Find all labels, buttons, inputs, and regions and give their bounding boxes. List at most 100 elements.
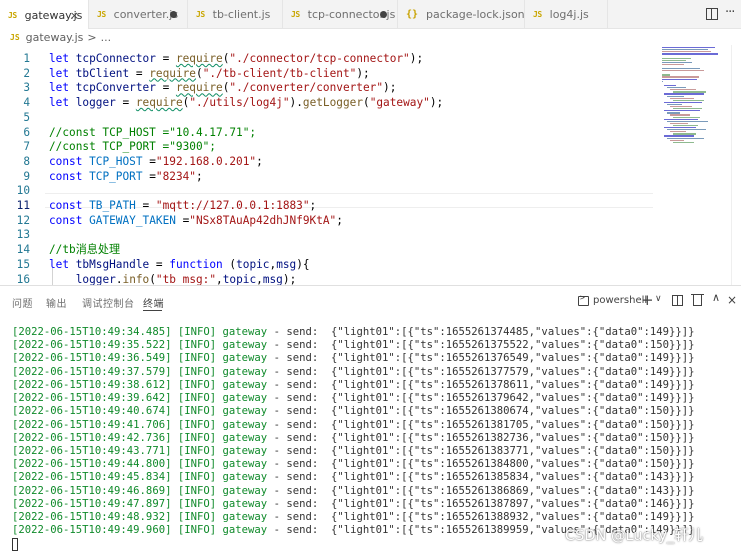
js-file-icon: JS [533,10,542,19]
minimap-line [670,89,696,91]
log-ts: [2022-06-15T10:49:47.897] [12,497,172,510]
log-level: [INFO] [177,497,217,510]
unsaved-dot-icon[interactable] [380,11,387,18]
code-line[interactable]: 2 let tbClient = require("./tb-client/tb-… [0,66,660,81]
line-number[interactable]: 2 [0,66,30,81]
line-number[interactable]: 16 [0,272,30,286]
line-number[interactable]: 10 [0,183,30,198]
line-number[interactable]: 13 [0,227,30,242]
overview-ruler[interactable] [731,45,741,285]
split-terminal-icon[interactable] [672,295,683,306]
tab-debug-console[interactable]: 调试控制台 [82,295,135,310]
code-line[interactable]: 6 //const TCP_HOST ="10.4.17.71"; [0,125,660,140]
code-line[interactable]: 3 let tcpConverter = require("./converter… [0,80,660,95]
log-ts: [2022-06-15T10:49:48.932] [12,511,172,524]
code-line[interactable]: 4 let logger = require("./utils/log4j").g… [0,95,660,110]
breadcrumb: JS gateway.js > ... [0,29,741,45]
log-msg: - send: {"light01":[{"ts":1655261377579,… [273,365,695,378]
code-line[interactable]: 13 [0,227,660,242]
line-number[interactable]: 3 [0,80,30,95]
log-level: [INFO] [177,365,217,378]
code-line[interactable]: 14 //tb消息处理 [0,242,660,257]
tab-problems[interactable]: 问题 [12,295,33,310]
breadcrumb-separator: > [87,30,97,44]
line-number[interactable]: 8 [0,154,30,169]
log-cat: gateway [222,339,268,352]
trash-icon[interactable] [691,294,704,306]
line-number[interactable]: 14 [0,242,30,257]
minimap-line [670,114,690,116]
code-line[interactable]: 16 logger.info("tb msg:",topic,msg); [0,272,660,286]
tab-log4j-js[interactable]: JS log4j.js [525,0,607,29]
code-line[interactable]: 8 const TCP_HOST ="192.168.0.201"; [0,154,660,169]
breadcrumb-symbol[interactable]: ... [101,31,112,44]
tab-label: tb-client.js [212,8,271,21]
minimap-line [673,124,698,127]
code-line[interactable]: 1 let tcpConnector = require("./connector… [0,51,660,66]
log-level: [INFO] [177,392,217,405]
log-cat: gateway [222,458,268,471]
minimap-line [667,87,686,89]
log-cat: gateway [222,378,268,391]
minimap[interactable] [660,45,730,145]
log-ts: [2022-06-15T10:49:39.642] [12,392,172,405]
minimap-line [662,68,700,70]
minimap-line [662,76,700,78]
minimap-line [664,93,704,95]
log-msg: - send: {"light01":[{"ts":1655261388932,… [273,511,695,524]
line-number[interactable]: 6 [0,125,30,140]
line-number[interactable]: 12 [0,213,30,228]
line-number[interactable]: 7 [0,139,30,154]
unsaved-dot-icon[interactable] [170,11,177,18]
tab-tb-client-js[interactable]: JS tb-client.js [188,0,282,29]
tab-gateway-js[interactable]: JS gateway.js × [0,0,88,30]
code-line[interactable]: 12 const GATEWAY_TAKEN ="NSx8TAuAp42dhJNf… [0,213,660,228]
code-line[interactable]: 5 [0,110,660,125]
code-text: const GATEWAY_TAKEN ="NSx8TAuAp42dhJNf9K… [49,213,343,227]
tab-terminal[interactable]: 终端 [143,295,164,310]
code-text: const TCP_PORT ="8234"; [49,169,203,183]
breadcrumb-file[interactable]: gateway.js [26,31,84,44]
terminal-line: [2022-06-15T10:49:48.932] [INFO] gateway… [12,511,695,524]
log-level: [INFO] [177,484,217,497]
log-msg: - send: {"light01":[{"ts":1655261380674,… [273,405,695,418]
minimap-line [667,129,706,131]
code-line[interactable]: 11 const TB_PATH = "mqtt://127.0.0.1:1883… [0,198,660,213]
code-editor[interactable]: 1 let tcpConnector = require("./connector… [0,45,741,285]
code-line[interactable]: 10 [0,183,660,198]
minimap-line [662,49,708,51]
terminal-line: [2022-06-15T10:49:37.579] [INFO] gateway… [12,366,695,379]
line-number[interactable]: 1 [0,51,30,66]
line-number[interactable]: 5 [0,110,30,125]
code-text: //tb消息处理 [49,243,121,257]
split-editor-icon[interactable] [706,8,718,20]
tab-package-lock-json[interactable]: {} package-lock.json [398,0,525,29]
terminal-output[interactable]: [2022-06-15T10:49:34.485] [INFO] gateway… [0,326,741,552]
terminal-line: [2022-06-15T10:49:38.612] [INFO] gateway… [12,379,695,392]
code-text: logger.info("tb msg:",topic,msg); [75,272,297,286]
log-msg: - send: {"light01":[{"ts":1655261383771,… [273,444,695,457]
log-ts: [2022-06-15T10:49:42.736] [12,431,172,444]
close-icon[interactable]: × [70,9,79,22]
minimap-line [673,91,706,93]
tab-converter-js[interactable]: JS converter.js [89,0,187,29]
code-line[interactable]: 15 let tbMsgHandle = function (topic,msg)… [0,257,660,272]
line-number[interactable]: 4 [0,95,30,110]
log-msg: - send: {"light01":[{"ts":1655261387897,… [273,497,695,510]
chevron-up-icon[interactable]: ∧ [712,291,720,304]
code-line[interactable]: 7 //const TCP_PORT ="9300"; [0,139,660,154]
tab-output[interactable]: 输出 [46,295,67,310]
more-actions-icon[interactable]: ··· [725,5,735,20]
plus-icon[interactable]: + [641,291,654,309]
code-line[interactable]: 9 const TCP_PORT ="8234"; [0,169,660,184]
chevron-down-icon[interactable]: ∨ [655,294,662,304]
line-number[interactable]: 15 [0,257,30,272]
line-number[interactable]: 11 [0,198,30,213]
terminal-selector[interactable]: powershell [593,295,647,306]
tab-tcp-connector-js[interactable]: JS tcp-connector.js [283,0,397,29]
close-icon[interactable]: × [727,293,737,307]
log-level: [INFO] [177,511,217,524]
line-number[interactable]: 9 [0,169,30,184]
js-file-icon: JS [291,10,300,19]
editor-tab-bar: JS gateway.js × JS converter.js JS tb-cl… [0,0,741,30]
